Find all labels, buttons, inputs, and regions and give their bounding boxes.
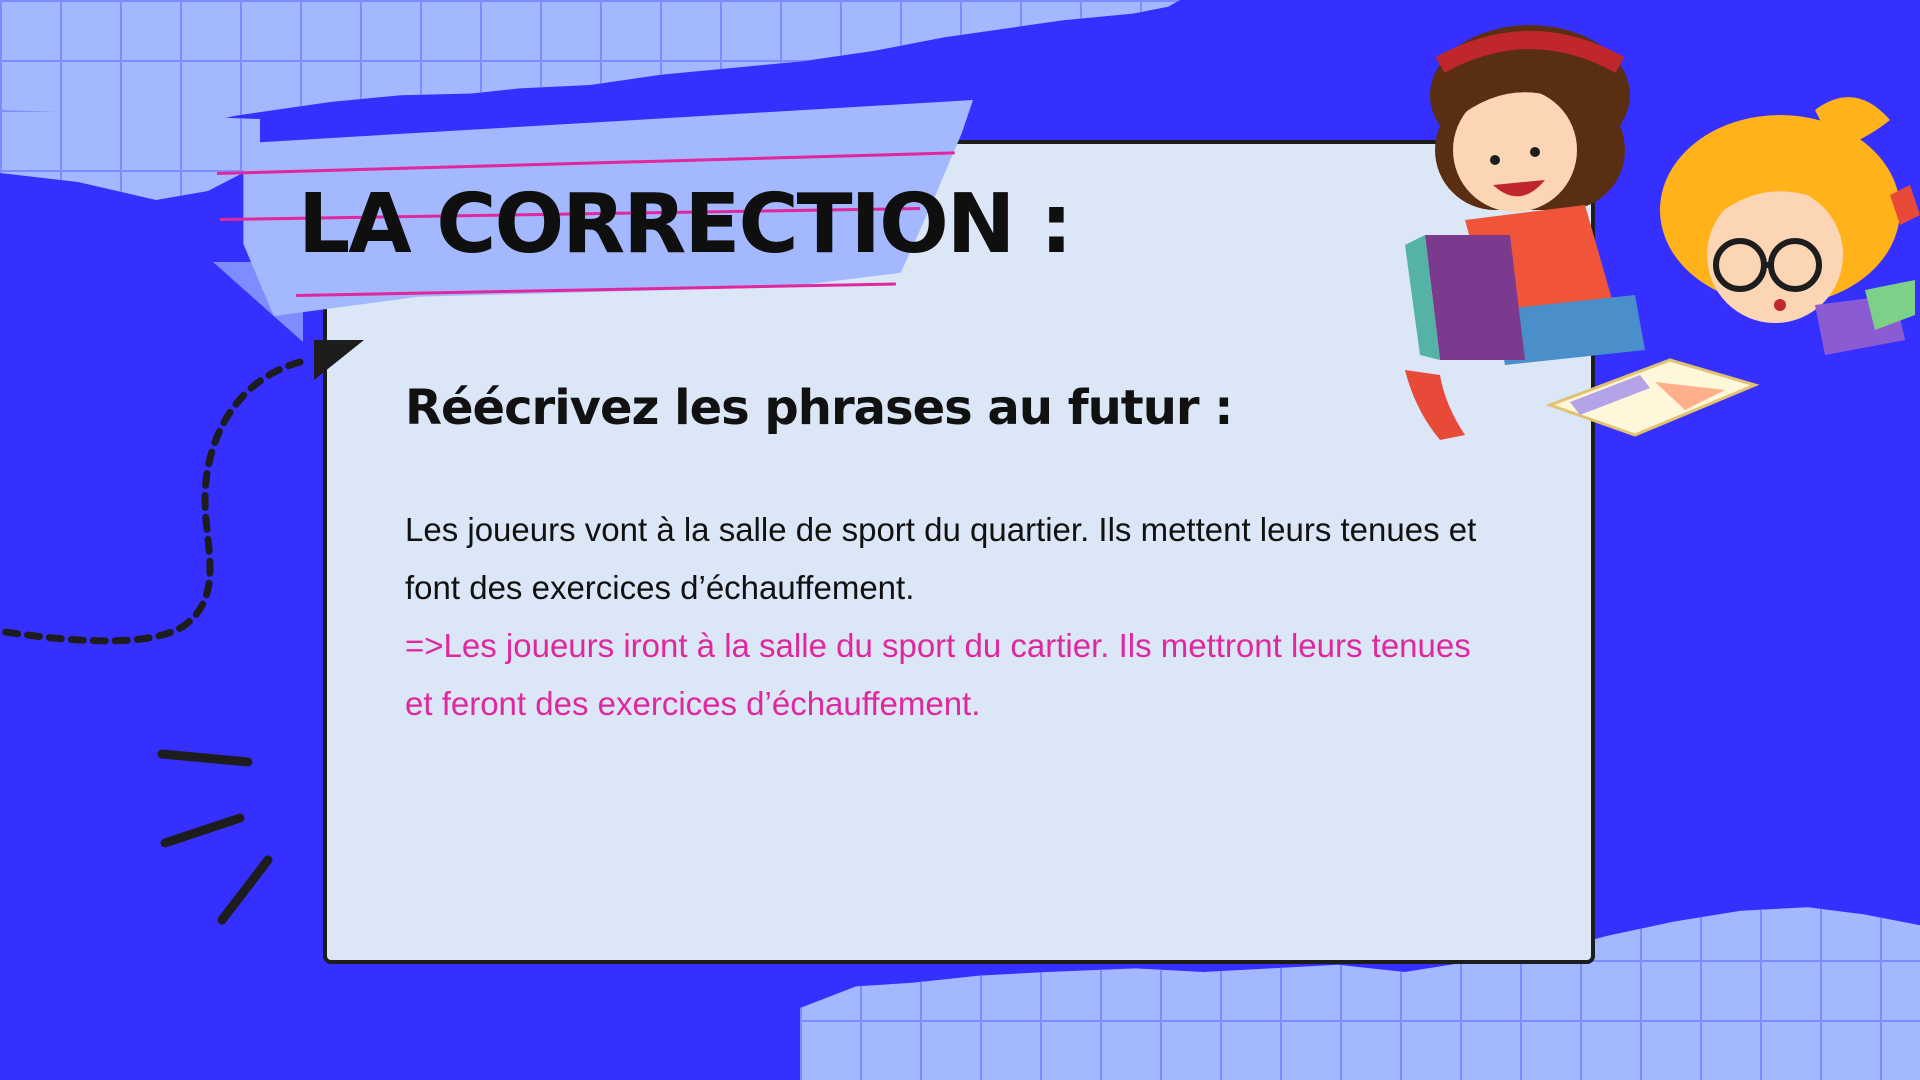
grid-paper-left (0, 110, 260, 200)
answer-text: =>Les joueurs iront à la salle du sport … (405, 627, 1471, 722)
children-reading-icon (1405, 25, 1920, 440)
exercise-text: Les joueurs vont à la salle de sport du … (405, 511, 1477, 606)
brush-strokes-icon (157, 749, 273, 925)
exercise-instruction: Réécrivez les phrases au futur : (405, 380, 1233, 436)
dotted-curve-icon (1, 358, 304, 645)
page-title: LA CORRECTION : (298, 177, 1073, 272)
